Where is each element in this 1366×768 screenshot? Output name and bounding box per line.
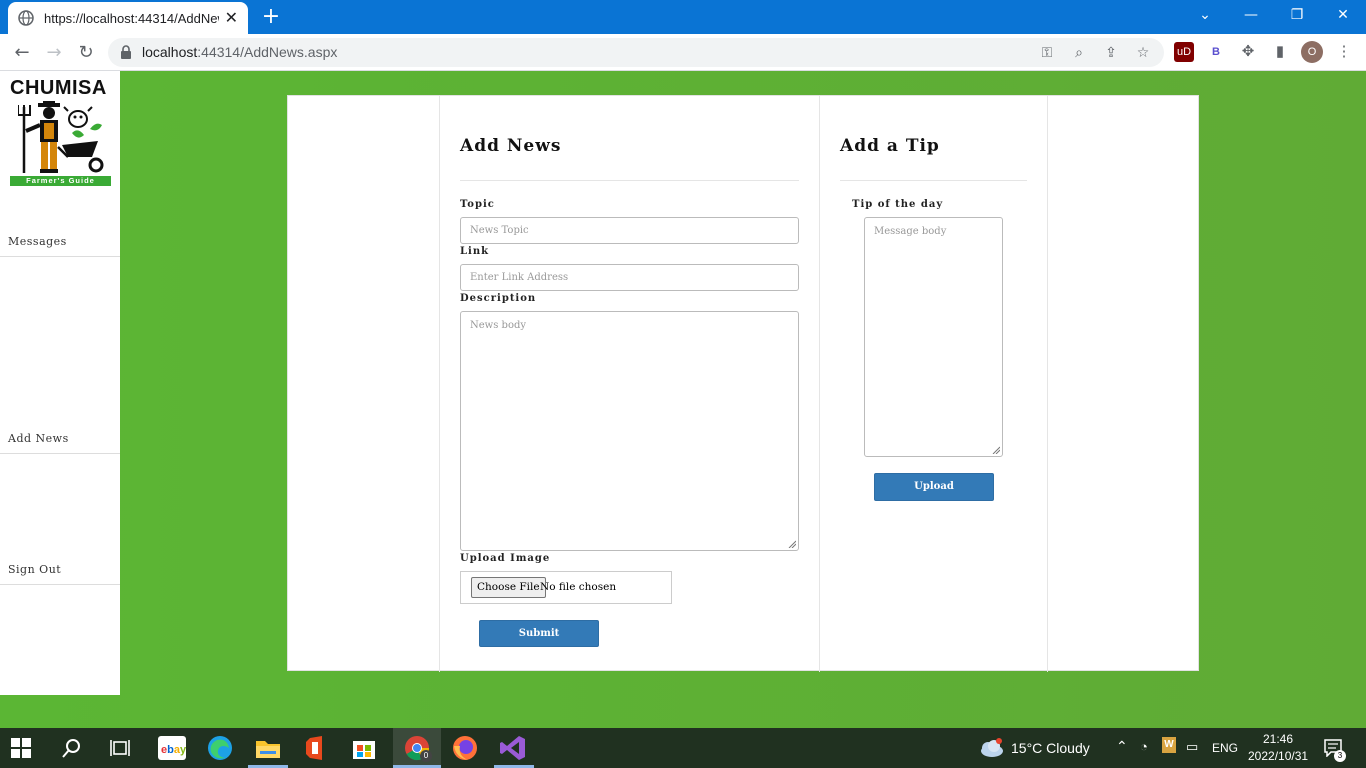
description-label: Description [460, 293, 537, 304]
weather-text[interactable]: 15°C Cloudy [1011, 740, 1090, 756]
address-bar[interactable]: localhost:44314/AddNews.aspx ⚿ ⌕ ⇪ ☆ [108, 38, 1164, 67]
side-panel-icon[interactable]: ▮ [1270, 42, 1290, 62]
key-icon[interactable]: ⚿ [1038, 44, 1056, 62]
office-icon[interactable] [302, 734, 330, 762]
submit-button[interactable]: Submit [479, 620, 599, 647]
new-tab-button[interactable]: + [258, 4, 284, 30]
file-explorer-icon[interactable] [254, 734, 282, 762]
column-divider [439, 96, 440, 672]
task-view-icon[interactable] [110, 738, 130, 758]
restore-icon[interactable]: ❐ [1274, 0, 1320, 30]
description-placeholder: News body [470, 320, 527, 331]
file-upload-field: Choose File No file chosen [460, 571, 672, 604]
browser-tab[interactable]: https://localhost:44314/AddNews.aspx ✕ [8, 2, 248, 34]
column-divider [1047, 96, 1048, 672]
nav-divider [0, 584, 120, 585]
logo-tagline: Farmer's Guide [10, 176, 111, 186]
firefox-icon[interactable] [451, 734, 479, 762]
section-rule [460, 180, 799, 181]
tab-title: https://localhost:44314/AddNews.aspx [44, 10, 219, 26]
windows-taskbar: ebay 0 15°C Cloudy ⌃ ◔ W ▭ ENG 21:46 202… [0, 728, 1366, 768]
chrome-badge: 0 [420, 750, 432, 762]
column-divider [819, 96, 820, 672]
resize-grip-icon[interactable] [788, 540, 796, 548]
forward-icon[interactable]: → [41, 40, 67, 66]
search-icon[interactable] [62, 738, 82, 758]
bookmark-star-icon[interactable]: ☆ [1134, 44, 1152, 62]
nav-add-news[interactable]: Add News [8, 432, 69, 445]
share-icon[interactable]: ⇪ [1102, 44, 1120, 62]
clock-date[interactable]: 2022/10/31 [1248, 749, 1308, 763]
clock-time[interactable]: 21:46 [1263, 732, 1293, 746]
add-tip-title: Add a Tip [840, 136, 940, 156]
wifi-icon[interactable]: ◔ [1140, 739, 1148, 754]
tip-of-the-day-label: Tip of the day [852, 199, 944, 210]
add-news-title: Add News [460, 136, 562, 156]
nav-messages[interactable]: Messages [8, 235, 67, 248]
upload-image-label: Upload Image [460, 553, 551, 564]
nav-sign-out[interactable]: Sign Out [8, 563, 61, 576]
nav-divider [0, 256, 120, 257]
visual-studio-icon[interactable] [499, 734, 527, 762]
profile-avatar[interactable]: O [1301, 41, 1323, 63]
windows-start-icon[interactable] [11, 738, 31, 758]
tab-search-chevron-icon[interactable]: ⌄ [1182, 0, 1228, 30]
globe-icon [18, 10, 34, 26]
ebay-app-icon[interactable]: ebay [158, 734, 186, 762]
link-label: Link [460, 246, 490, 257]
no-file-text: No file chosen [540, 581, 617, 593]
close-window-icon[interactable]: ✕ [1320, 0, 1366, 30]
sidebar: CHUMISA Farmer's Guide Messages Add News… [0, 71, 120, 695]
svg-text:ebay: ebay [161, 744, 186, 756]
tip-placeholder: Message body [874, 226, 947, 237]
browser-titlebar: https://localhost:44314/AddNews.aspx ✕ +… [0, 0, 1366, 34]
menu-kebab-icon[interactable]: ⋮ [1334, 42, 1354, 62]
back-icon[interactable]: ← [9, 40, 35, 66]
lock-icon [121, 45, 131, 59]
resize-grip-icon[interactable] [992, 446, 1000, 454]
farmer-illustration-icon [18, 101, 104, 173]
logo-title: CHUMISA [10, 77, 107, 99]
ublock-extension-icon[interactable]: uD [1174, 42, 1194, 62]
language-indicator[interactable]: ENG [1212, 741, 1238, 755]
description-textarea[interactable]: News body [460, 311, 799, 551]
reload-icon[interactable]: ↻ [73, 40, 99, 66]
content-card: Add News Topic News Topic Link Enter Lin… [287, 95, 1199, 672]
show-hidden-icons-chevron-icon[interactable]: ⌃ [1116, 738, 1128, 755]
topic-label: Topic [460, 199, 495, 210]
browser-toolbar: ← → ↻ localhost:44314/AddNews.aspx ⚿ ⌕ ⇪… [0, 34, 1366, 71]
page-viewport: CHUMISA Farmer's Guide Messages Add News… [0, 71, 1366, 728]
cloudy-weather-icon[interactable] [978, 738, 1004, 758]
url-text: localhost:44314/AddNews.aspx [142, 44, 338, 60]
nav-divider [0, 453, 120, 454]
microsoft-store-icon[interactable] [350, 734, 378, 762]
minimize-icon[interactable]: — [1228, 0, 1274, 30]
zoom-icon[interactable]: ⌕ [1070, 44, 1088, 62]
battery-icon[interactable]: ▭ [1186, 739, 1198, 755]
close-tab-icon[interactable]: ✕ [225, 8, 238, 28]
b-extension-icon[interactable]: B [1206, 42, 1226, 62]
upload-tip-button[interactable]: Upload [874, 473, 994, 501]
link-input[interactable]: Enter Link Address [460, 264, 799, 291]
chumisa-logo: CHUMISA Farmer's Guide [8, 77, 114, 189]
word-tray-icon[interactable]: W [1162, 737, 1176, 753]
topic-input[interactable]: News Topic [460, 217, 799, 244]
edge-browser-icon[interactable] [206, 734, 234, 762]
notification-count-badge: 3 [1334, 750, 1346, 762]
section-rule [840, 180, 1027, 181]
tip-textarea[interactable]: Message body [864, 217, 1003, 457]
choose-file-button[interactable]: Choose File [471, 577, 546, 598]
extensions-puzzle-icon[interactable]: ✥ [1238, 42, 1258, 62]
